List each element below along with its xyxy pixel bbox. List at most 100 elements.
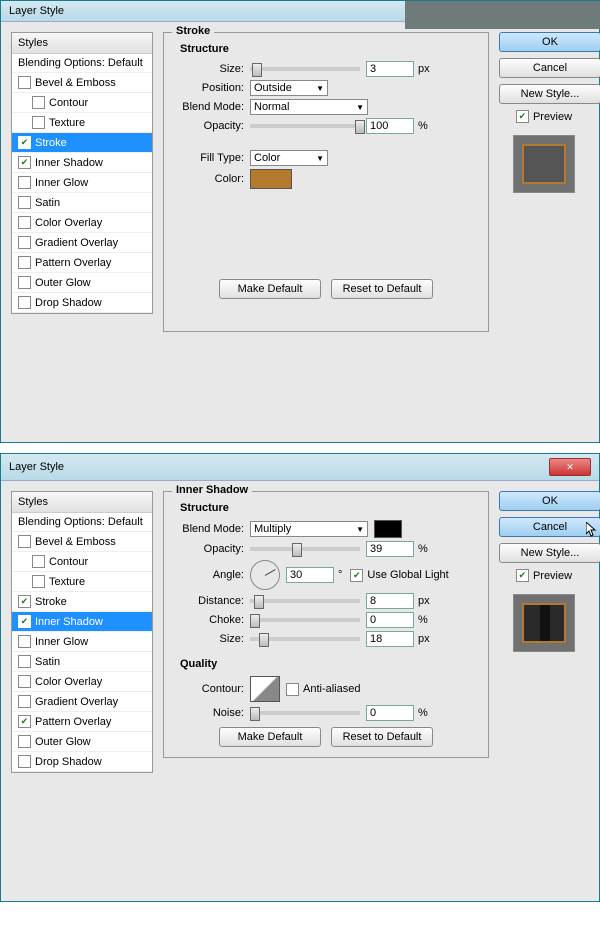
noise-slider[interactable]	[250, 711, 360, 715]
contour-label: Contour:	[174, 683, 250, 695]
style-item-color-overlay[interactable]: Color Overlay	[12, 672, 152, 692]
right-buttons: OK Cancel New Style... Preview	[499, 32, 589, 193]
preview-checkbox-row[interactable]: Preview	[499, 569, 589, 582]
style-checkbox[interactable]	[18, 76, 31, 89]
angle-input[interactable]	[286, 567, 334, 583]
style-checkbox[interactable]	[18, 715, 31, 728]
style-item-stroke[interactable]: Stroke	[12, 133, 152, 153]
reset-default-button[interactable]: Reset to Default	[331, 727, 433, 747]
new-style-button[interactable]: New Style...	[499, 84, 600, 104]
title-text: Layer Style	[9, 461, 64, 473]
style-checkbox[interactable]	[18, 595, 31, 608]
distance-input[interactable]	[366, 593, 414, 609]
make-default-button[interactable]: Make Default	[219, 279, 321, 299]
style-item-texture[interactable]: Texture	[12, 113, 152, 133]
shadow-color-swatch[interactable]	[374, 520, 402, 538]
preview-checkbox[interactable]	[516, 569, 529, 582]
style-checkbox[interactable]	[18, 136, 31, 149]
style-item-outer-glow[interactable]: Outer Glow	[12, 732, 152, 752]
stroke-color-swatch[interactable]	[250, 169, 292, 189]
ok-button[interactable]: OK	[499, 491, 600, 511]
style-checkbox[interactable]	[18, 735, 31, 748]
blending-options[interactable]: Blending Options: Default	[12, 513, 152, 532]
style-item-outer-glow[interactable]: Outer Glow	[12, 273, 152, 293]
style-item-color-overlay[interactable]: Color Overlay	[12, 213, 152, 233]
blendmode-select[interactable]: Normal▼	[250, 99, 368, 115]
style-checkbox[interactable]	[18, 296, 31, 309]
size-input[interactable]	[366, 61, 414, 77]
make-default-button[interactable]: Make Default	[219, 727, 321, 747]
style-item-inner-shadow[interactable]: Inner Shadow	[12, 153, 152, 173]
close-button[interactable]: ✕	[549, 458, 591, 476]
style-item-contour[interactable]: Contour	[12, 93, 152, 113]
opacity-input[interactable]	[366, 118, 414, 134]
size-slider[interactable]	[250, 67, 360, 71]
style-item-satin[interactable]: Satin	[12, 193, 152, 213]
structure-heading: Structure	[180, 43, 478, 55]
style-item-contour[interactable]: Contour	[12, 552, 152, 572]
contour-picker[interactable]	[250, 676, 280, 702]
style-item-bevel-emboss[interactable]: Bevel & Emboss	[12, 73, 152, 93]
choke-slider[interactable]	[250, 618, 360, 622]
opacity-label: Opacity:	[174, 543, 250, 555]
size-slider[interactable]	[250, 637, 360, 641]
style-checkbox[interactable]	[18, 196, 31, 209]
style-label: Color Overlay	[35, 217, 102, 229]
style-checkbox[interactable]	[18, 276, 31, 289]
preview-checkbox[interactable]	[516, 110, 529, 123]
title-text: Layer Style	[9, 5, 64, 17]
style-checkbox[interactable]	[18, 176, 31, 189]
style-checkbox[interactable]	[18, 615, 31, 628]
blending-options[interactable]: Blending Options: Default	[12, 54, 152, 73]
style-item-stroke[interactable]: Stroke	[12, 592, 152, 612]
styles-header[interactable]: Styles	[12, 492, 152, 513]
opacity-slider[interactable]	[250, 547, 360, 551]
reset-default-button[interactable]: Reset to Default	[331, 279, 433, 299]
new-style-button[interactable]: New Style...	[499, 543, 600, 563]
style-checkbox[interactable]	[18, 216, 31, 229]
ok-button[interactable]: OK	[499, 32, 600, 52]
style-checkbox[interactable]	[32, 116, 45, 129]
style-item-inner-shadow[interactable]: Inner Shadow	[12, 612, 152, 632]
style-item-drop-shadow[interactable]: Drop Shadow	[12, 752, 152, 772]
style-item-pattern-overlay[interactable]: Pattern Overlay	[12, 253, 152, 273]
style-item-gradient-overlay[interactable]: Gradient Overlay	[12, 692, 152, 712]
choke-input[interactable]	[366, 612, 414, 628]
style-item-bevel-emboss[interactable]: Bevel & Emboss	[12, 532, 152, 552]
size-input[interactable]	[366, 631, 414, 647]
style-item-drop-shadow[interactable]: Drop Shadow	[12, 293, 152, 313]
opacity-input[interactable]	[366, 541, 414, 557]
style-checkbox[interactable]	[18, 236, 31, 249]
style-label: Outer Glow	[35, 277, 91, 289]
position-select[interactable]: Outside▼	[250, 80, 328, 96]
style-item-gradient-overlay[interactable]: Gradient Overlay	[12, 233, 152, 253]
styles-header[interactable]: Styles	[12, 33, 152, 54]
style-checkbox[interactable]	[18, 755, 31, 768]
style-checkbox[interactable]	[32, 555, 45, 568]
opacity-slider[interactable]	[250, 124, 360, 128]
style-item-inner-glow[interactable]: Inner Glow	[12, 173, 152, 193]
style-item-pattern-overlay[interactable]: Pattern Overlay	[12, 712, 152, 732]
style-checkbox[interactable]	[18, 535, 31, 548]
style-item-satin[interactable]: Satin	[12, 652, 152, 672]
style-checkbox[interactable]	[18, 695, 31, 708]
style-checkbox[interactable]	[18, 635, 31, 648]
style-checkbox[interactable]	[18, 675, 31, 688]
blendmode-select[interactable]: Multiply▼	[250, 521, 368, 537]
style-checkbox[interactable]	[32, 575, 45, 588]
cancel-button[interactable]: Cancel	[499, 58, 600, 78]
angle-dial[interactable]	[250, 560, 280, 590]
style-item-texture[interactable]: Texture	[12, 572, 152, 592]
cancel-button[interactable]: Cancel	[499, 517, 600, 537]
noise-input[interactable]	[366, 705, 414, 721]
distance-slider[interactable]	[250, 599, 360, 603]
style-checkbox[interactable]	[18, 655, 31, 668]
filltype-select[interactable]: Color▼	[250, 150, 328, 166]
preview-checkbox-row[interactable]: Preview	[499, 110, 589, 123]
global-light-checkbox[interactable]	[350, 569, 363, 582]
style-checkbox[interactable]	[18, 256, 31, 269]
style-checkbox[interactable]	[18, 156, 31, 169]
style-item-inner-glow[interactable]: Inner Glow	[12, 632, 152, 652]
antialiased-checkbox[interactable]	[286, 683, 299, 696]
style-checkbox[interactable]	[32, 96, 45, 109]
